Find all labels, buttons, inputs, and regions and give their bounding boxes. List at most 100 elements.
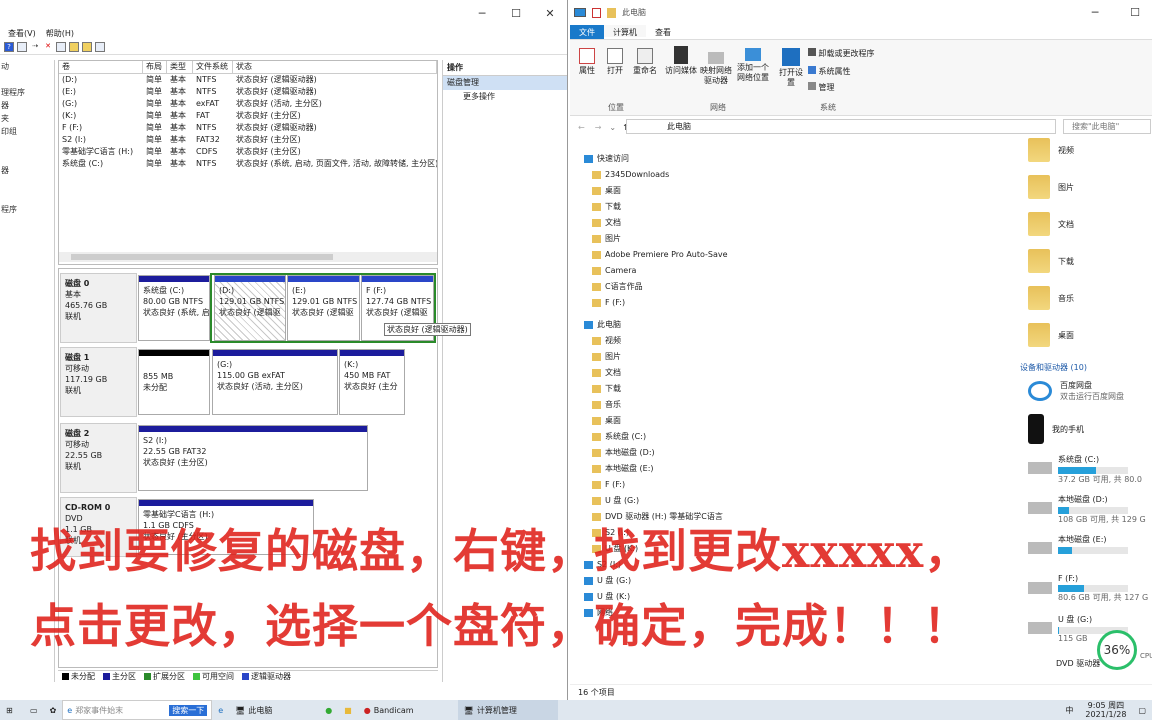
partition-g[interactable]: (G:) 115.00 GB exFAT 状态良好 (活动, 主分区) — [212, 349, 338, 415]
tree-item[interactable]: 印组 — [1, 125, 54, 138]
nav-item[interactable]: 下载 — [592, 382, 621, 396]
new-folder-quick-icon[interactable] — [607, 7, 616, 18]
tree-item[interactable]: 程序 — [1, 203, 54, 216]
disk-2-label[interactable]: 磁盘 2 可移动 22.55 GB 联机 — [60, 423, 137, 493]
ime-indicator[interactable]: 中 — [1059, 700, 1079, 720]
tab-file[interactable]: 文件 — [570, 25, 604, 39]
nav-item[interactable]: F (F:) — [592, 478, 625, 492]
back-icon[interactable]: ← — [578, 123, 585, 132]
folder-taskbar-icon[interactable]: ■ — [338, 700, 358, 720]
baidu-pan-item[interactable]: 百度网盘 双击运行百度网盘 — [1028, 380, 1124, 402]
menu-help[interactable]: 帮助(H) — [46, 28, 74, 39]
maximize-button[interactable]: ☐ — [499, 7, 533, 20]
disk-0-label[interactable]: 磁盘 0 基本 465.76 GB 联机 — [60, 273, 137, 343]
map-drive-button[interactable]: 映射网络驱动器 — [700, 48, 732, 86]
folder-up-icon[interactable] — [69, 42, 79, 52]
folder-item[interactable]: 图片 — [1028, 175, 1074, 199]
col-type[interactable]: 类型 — [167, 61, 193, 73]
tree-item[interactable]: 动 — [1, 60, 54, 73]
nav-item[interactable]: F (F:) — [592, 296, 625, 310]
devices-header[interactable]: 设备和驱动器 (10) — [1020, 362, 1087, 373]
tree-item[interactable]: 夹 — [1, 112, 54, 125]
access-media-button[interactable]: 访问媒体 — [664, 46, 698, 76]
open-settings-button[interactable]: 打开设置 — [778, 48, 804, 88]
folder-item[interactable]: 视频 — [1028, 138, 1074, 162]
tree-item[interactable] — [1, 177, 54, 190]
minimize-button[interactable]: ─ — [1078, 6, 1112, 19]
folder-item[interactable]: 音乐 — [1028, 286, 1074, 310]
folder-item[interactable]: 文档 — [1028, 212, 1074, 236]
manage-button[interactable]: 管理 — [808, 82, 835, 93]
folder-item[interactable]: 桌面 — [1028, 323, 1074, 347]
rename-button[interactable]: 重命名 — [630, 48, 660, 76]
partition-k[interactable]: (K:) 450 MB FAT 状态良好 (主分 — [339, 349, 405, 415]
start-button[interactable]: ⊞ — [0, 700, 24, 720]
scroll-thumb[interactable] — [71, 254, 333, 260]
tree-item[interactable] — [1, 151, 54, 164]
edge-icon[interactable]: e — [212, 700, 229, 720]
taskbar-app-bandicam[interactable]: ● Bandicam — [358, 700, 458, 720]
volume-row[interactable]: F (F:) 简单 基本 NTFS 状态良好 (逻辑驱动器) — [59, 122, 437, 134]
green-app-icon[interactable]: ● — [319, 700, 338, 720]
nav-item[interactable]: 视频 — [592, 334, 621, 348]
volume-row[interactable]: 系统盘 (C:) 简单 基本 NTFS 状态良好 (系统, 启动, 页面文件, 活动, … — [59, 158, 437, 170]
volume-row[interactable]: S2 (I:) 简单 基本 FAT32 状态良好 (主分区) — [59, 134, 437, 146]
tree-item[interactable]: 器 — [1, 164, 54, 177]
properties-quick-icon[interactable] — [592, 7, 601, 18]
drive-item[interactable]: 系统盘 (C:) 37.2 GB 可用, 共 80.0 — [1028, 454, 1152, 485]
maximize-button[interactable]: ☐ — [1118, 6, 1152, 19]
tree-item[interactable] — [1, 190, 54, 203]
volume-row[interactable]: 零基础学C语言 (H:) 简单 基本 CDFS 状态良好 (主分区) — [59, 146, 437, 158]
disk-1-label[interactable]: 磁盘 1 可移动 117.19 GB 联机 — [60, 347, 137, 417]
notification-icon[interactable]: ▢ — [1132, 700, 1152, 720]
tree-item[interactable]: 理程序 — [1, 86, 54, 99]
col-status[interactable]: 状态 — [233, 61, 437, 73]
col-layout[interactable]: 布局 — [143, 61, 167, 73]
nav-item[interactable]: 图片 — [592, 232, 621, 246]
col-volume[interactable]: 卷 — [59, 61, 143, 73]
nav-item[interactable]: 图片 — [592, 350, 621, 364]
volume-row[interactable]: (K:) 简单 基本 FAT 状态良好 (主分区) — [59, 110, 437, 122]
check-icon[interactable] — [56, 42, 66, 52]
chevron-down-icon[interactable]: ⌄ — [609, 123, 616, 132]
volume-row[interactable]: (G:) 简单 基本 exFAT 状态良好 (活动, 主分区) — [59, 98, 437, 110]
nav-item[interactable]: 2345Downloads — [592, 168, 669, 182]
partition-e[interactable]: (E:) 129.01 GB NTFS 状态良好 (逻辑驱 — [287, 275, 360, 341]
nav-item[interactable]: 快速访问 — [584, 152, 629, 166]
partition-c[interactable]: 系统盘 (C:) 80.00 GB NTFS 状态良好 (系统, 启 — [138, 275, 210, 341]
properties-button[interactable]: 属性 — [576, 48, 598, 76]
delete-icon[interactable]: ✕ — [43, 42, 53, 52]
partition-d[interactable]: (D:) 129.01 GB NTFS 状态良好 (逻辑驱 — [214, 275, 286, 341]
nav-item[interactable]: C语言作品 — [592, 280, 643, 294]
close-button[interactable]: ✕ — [533, 7, 567, 20]
help-icon[interactable]: ? — [4, 42, 14, 52]
minimize-button[interactable]: ─ — [465, 7, 499, 20]
clock[interactable]: 9:05 周四 2021/1/28 — [1079, 700, 1132, 720]
partition-i[interactable]: S2 (I:) 22.55 GB FAT32 状态良好 (主分区) — [138, 425, 368, 491]
task-view-button[interactable]: ▭ — [24, 700, 44, 720]
nav-item[interactable]: 文档 — [592, 216, 621, 230]
nav-item[interactable]: Camera — [592, 264, 636, 278]
drive-item[interactable]: 本地磁盘 (E:) — [1028, 534, 1152, 554]
taskbar-search[interactable]: e 郑家事件始末 搜索一下 — [62, 700, 213, 720]
volume-row[interactable]: (D:) 简单 基本 NTFS 状态良好 (逻辑驱动器) — [59, 74, 437, 86]
nav-item[interactable]: 系统盘 (C:) — [592, 430, 646, 444]
fan-icon[interactable]: ✿ — [44, 700, 63, 720]
folder-item[interactable]: 下载 — [1028, 249, 1074, 273]
nav-item[interactable]: 本地磁盘 (D:) — [592, 446, 655, 460]
tree-item[interactable] — [1, 73, 54, 86]
uninstall-button[interactable]: 卸载或更改程序 — [808, 48, 875, 59]
nav-item[interactable]: Adobe Premiere Pro Auto-Save — [592, 248, 728, 262]
nav-item[interactable]: 桌面 — [592, 414, 621, 428]
tree-item[interactable]: 器 — [1, 99, 54, 112]
tab-computer[interactable]: 计算机 — [604, 25, 646, 39]
action-more[interactable]: 更多操作 — [443, 90, 567, 104]
tree-item[interactable] — [1, 138, 54, 151]
open-button[interactable]: 打开 — [604, 48, 626, 76]
forward-icon[interactable]: → — [595, 123, 602, 132]
volume-row[interactable]: (E:) 简单 基本 NTFS 状态良好 (逻辑驱动器) — [59, 86, 437, 98]
action-disk-management[interactable]: 磁盘管理 — [443, 76, 567, 90]
dvd-label[interactable]: DVD 驱动器 — [1056, 658, 1100, 669]
menu-view[interactable]: 查看(V) — [8, 28, 36, 39]
tab-view[interactable]: 查看 — [646, 25, 680, 39]
